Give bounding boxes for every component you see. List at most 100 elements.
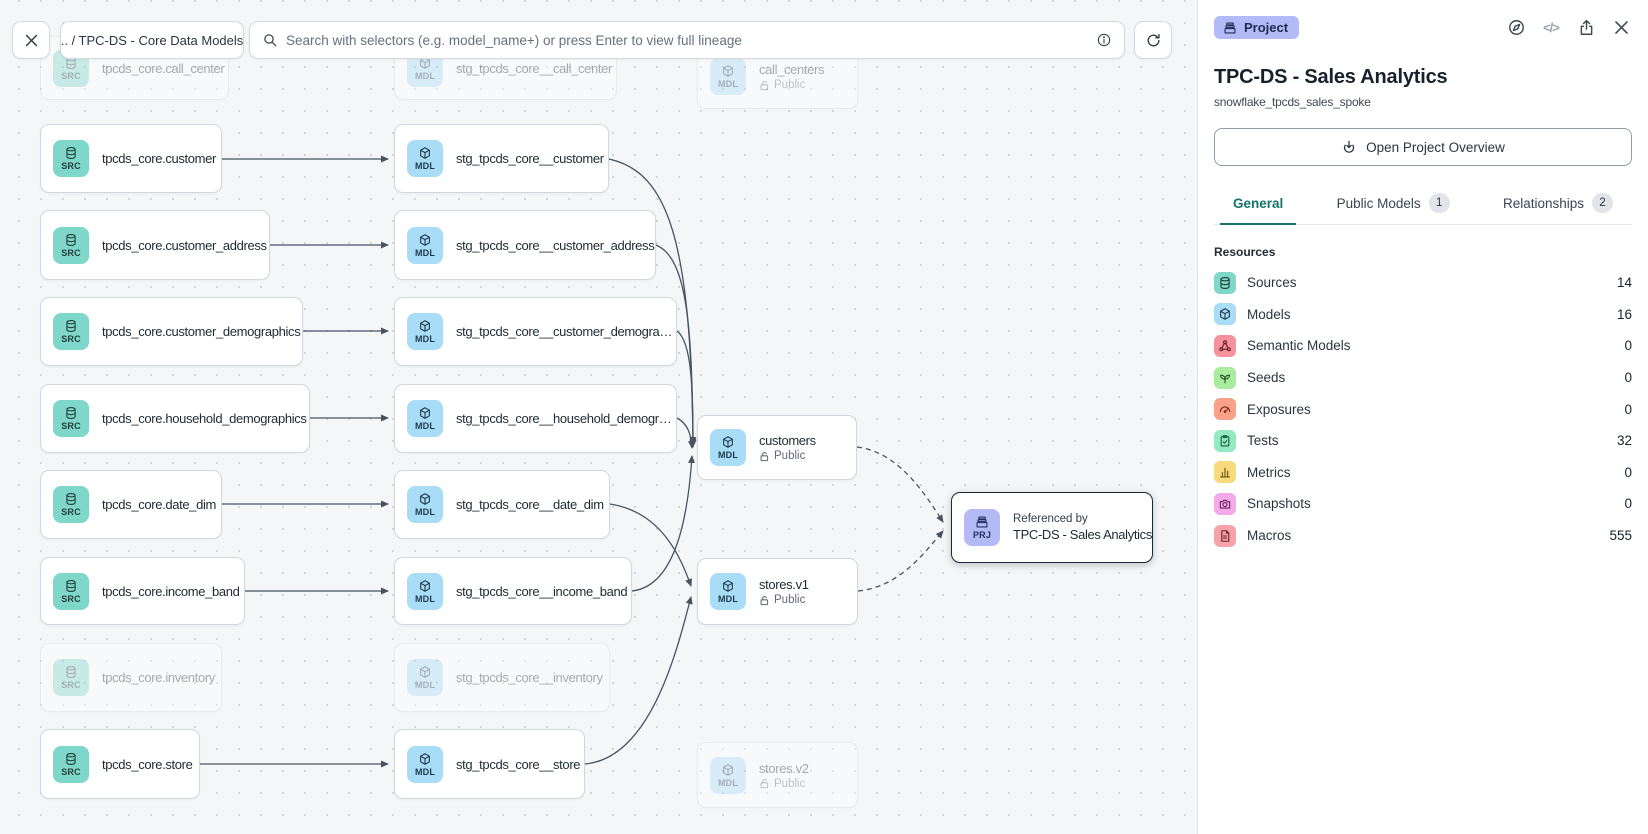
cube-icon [418, 146, 432, 160]
node-access-label: Public [759, 778, 809, 790]
cube-icon [721, 763, 735, 777]
source-node-src_customer_address[interactable]: SRC tpcds_core.customer_address [40, 210, 270, 280]
node-label: stores.v2 [759, 761, 809, 776]
node-label: tpcds_core.household_demographics [102, 411, 299, 426]
breadcrumb[interactable]: .. / TPC-DS - Core Data Models [60, 21, 244, 59]
project-icon [975, 515, 989, 529]
node-label: stg_tpcds_core__customer_address [456, 238, 645, 253]
clipboard-icon [1214, 430, 1236, 452]
model-node-stg_date_dim[interactable]: MDL stg_tpcds_core__date_dim [394, 470, 610, 539]
resource-row-seeds: Seeds 0 [1214, 362, 1632, 394]
src-badge: SRC [53, 140, 89, 177]
project-slug: snowflake_tpcds_sales_spoke [1214, 95, 1632, 109]
cube-icon [418, 752, 432, 766]
model-node-stg_customer_address[interactable]: MDL stg_tpcds_core__customer_address [394, 210, 656, 280]
database-icon [64, 665, 78, 679]
unlock-icon [759, 595, 770, 606]
search-input[interactable] [286, 33, 1088, 48]
camera-icon [1214, 493, 1236, 515]
node-label: stg_tpcds_core__call_center [456, 61, 606, 76]
share-button[interactable] [1575, 17, 1597, 39]
open-project-overview-button[interactable]: Open Project Overview [1214, 128, 1632, 166]
compass-icon [1507, 18, 1526, 37]
dbt-explorer-lineage-app: SRC tpcds_core.call_center SRC tpcds_cor… [0, 0, 1648, 834]
tab-label: General [1233, 196, 1283, 211]
resource-label: Exposures [1247, 402, 1613, 417]
database-icon [64, 233, 78, 247]
node-label: customers [759, 433, 816, 448]
database-icon [64, 406, 78, 420]
prj-badge: PRJ [964, 509, 1000, 546]
source-node-src_customer_demographics[interactable]: SRC tpcds_core.customer_demographics [40, 297, 303, 366]
node-label: tpcds_core.customer_address [102, 238, 259, 253]
project-node-prj_sales_analytics[interactable]: PRJ Referenced byTPC-DS - Sales Analytic… [951, 492, 1153, 563]
cube-icon [721, 64, 735, 78]
tab-relationships[interactable]: Relationships2 [1490, 187, 1626, 225]
tab-public-models[interactable]: Public Models1 [1324, 187, 1463, 225]
close-lineage-button[interactable] [12, 21, 50, 59]
open-project-overview-label: Open Project Overview [1366, 140, 1505, 155]
project-type-badge: Project [1214, 16, 1299, 39]
unlock-icon [759, 451, 770, 462]
resource-count: 555 [1609, 528, 1632, 543]
source-node-src_income_band[interactable]: SRC tpcds_core.income_band [40, 557, 245, 625]
mdl-badge: MDL [710, 573, 746, 610]
mdl-badge: MDL [710, 58, 746, 95]
resource-count: 0 [1624, 496, 1632, 511]
model-node-stg_customer_demographics[interactable]: MDL stg_tpcds_core__customer_demogra… [394, 297, 677, 366]
resource-label: Tests [1247, 433, 1606, 448]
node-label: stores.v1 [759, 577, 809, 592]
mdl-badge: MDL [407, 227, 443, 264]
src-badge: SRC [53, 313, 89, 350]
source-node-src_inventory[interactable]: SRC tpcds_core.inventory [40, 643, 222, 712]
page-title: TPC-DS - Sales Analytics [1214, 66, 1632, 89]
bars-icon [1214, 461, 1236, 483]
source-node-src_date_dim[interactable]: SRC tpcds_core.date_dim [40, 470, 222, 539]
info-icon[interactable] [1096, 32, 1112, 48]
unlock-icon [759, 778, 770, 789]
database-icon [64, 146, 78, 160]
node-label: tpcds_core.call_center [102, 61, 218, 76]
source-node-src_customer[interactable]: SRC tpcds_core.customer [40, 124, 222, 193]
node-label: tpcds_core.income_band [102, 584, 234, 599]
node-type-label: SRC [61, 161, 81, 171]
node-type-label: MDL [415, 334, 435, 344]
refresh-lineage-button[interactable] [1134, 21, 1172, 59]
model-node-stg_store[interactable]: MDL stg_tpcds_core__store [394, 729, 585, 799]
resource-row-metrics: Metrics 0 [1214, 457, 1632, 489]
doc-icon [1214, 525, 1236, 547]
panel-tabs: General Public Models1 Relationships2 [1214, 187, 1632, 225]
node-type-label: MDL [415, 680, 435, 690]
node-type-label: MDL [415, 507, 435, 517]
tab-general[interactable]: General [1220, 187, 1296, 225]
mdl-badge: MDL [407, 140, 443, 177]
node-label: TPC-DS - Sales Analytics [1013, 527, 1142, 542]
database-icon [64, 579, 78, 593]
source-node-src_household_demographics[interactable]: SRC tpcds_core.household_demographics [40, 384, 310, 453]
model-node-stg_income_band[interactable]: MDL stg_tpcds_core__income_band [394, 557, 632, 625]
cube-icon [418, 492, 432, 506]
db-icon [1214, 272, 1236, 294]
node-label: stg_tpcds_core__customer [456, 151, 598, 166]
model-node-customers[interactable]: MDL customers Public [697, 415, 857, 480]
mdl-badge: MDL [407, 659, 443, 696]
close-icon [23, 32, 40, 49]
node-label: tpcds_core.inventory [102, 670, 211, 685]
project-details-panel: Project </> TPC-DS - Sales Analytics sno… [1197, 0, 1648, 834]
node-access-label: Public [759, 594, 809, 606]
project-icon [1223, 21, 1237, 35]
node-type-label: MDL [415, 767, 435, 777]
view-code-button[interactable]: </> [1540, 17, 1562, 39]
resource-label: Snapshots [1247, 496, 1613, 511]
model-node-stg_customer[interactable]: MDL stg_tpcds_core__customer [394, 124, 609, 193]
model-node-stg_inventory[interactable]: MDL stg_tpcds_core__inventory [394, 643, 610, 712]
close-panel-button[interactable] [1610, 17, 1632, 39]
model-node-stg_household_demographics[interactable]: MDL stg_tpcds_core__household_demogr… [394, 384, 677, 453]
source-node-src_store[interactable]: SRC tpcds_core.store [40, 729, 200, 799]
mdl-badge: MDL [407, 746, 443, 783]
model-node-stores_v1[interactable]: MDL stores.v1 Public [697, 558, 858, 625]
node-label: tpcds_core.customer [102, 151, 211, 166]
node-label: stg_tpcds_core__store [456, 757, 574, 772]
model-node-stores_v2[interactable]: MDL stores.v2 Public [697, 742, 858, 808]
explore-button[interactable] [1505, 17, 1527, 39]
